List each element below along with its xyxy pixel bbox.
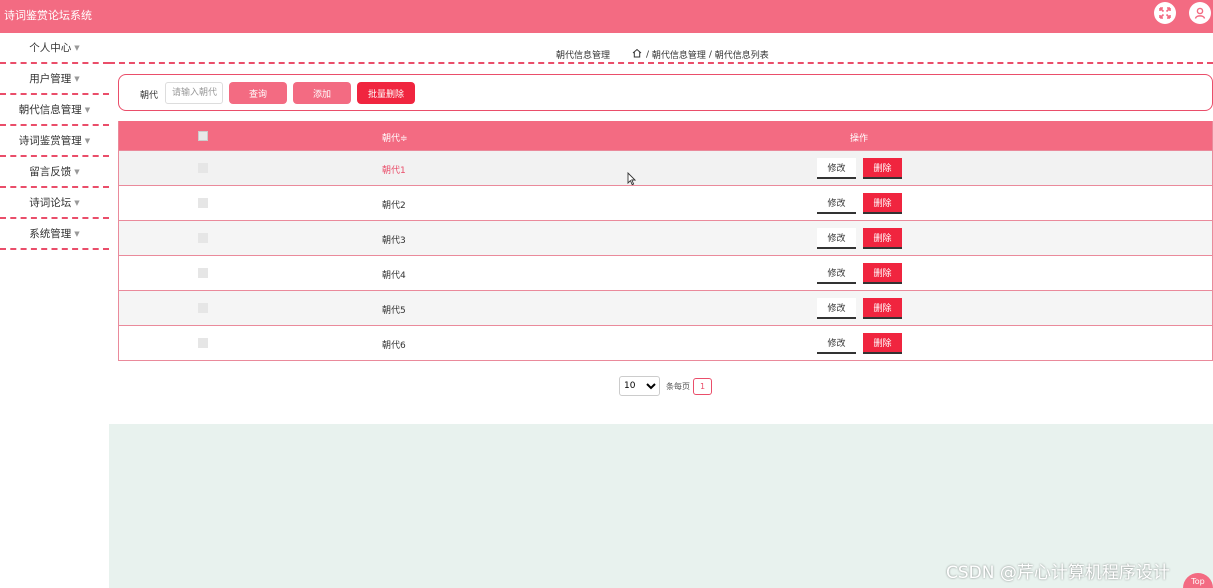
search-label: 朝代 — [140, 91, 159, 101]
dynasty-name: 朝代1 — [382, 166, 406, 176]
delete-button[interactable]: 删除 — [863, 263, 902, 284]
query-button[interactable]: 查询 — [229, 82, 287, 104]
delete-button[interactable]: 删除 — [863, 193, 902, 214]
top-bar: 诗词鉴赏论坛系统 — [0, 0, 1213, 33]
edit-button[interactable]: 修改 — [817, 298, 856, 319]
sidebar-item-label: 诗词鉴赏管理 — [18, 135, 82, 147]
caret-down-icon: ▼ — [74, 229, 80, 238]
user-icon[interactable] — [1189, 2, 1211, 24]
sidebar-item-label: 诗词论坛 — [29, 197, 72, 209]
table-row: 朝代1 修改 删除 — [119, 150, 1212, 185]
caret-down-icon: ▼ — [74, 74, 80, 83]
table-row: 朝代4 修改 删除 — [119, 255, 1212, 290]
mouse-cursor-icon — [627, 171, 637, 189]
page-section-title: 朝代信息管理 — [556, 51, 611, 61]
table-row: 朝代2 修改 删除 — [119, 185, 1212, 220]
sidebar-item-feedback[interactable]: 留言反馈 ▼ — [0, 157, 109, 188]
table-header: 朝代≑ 操作 — [119, 121, 1212, 150]
add-button[interactable]: 添加 — [293, 82, 351, 104]
dynasty-name: 朝代4 — [382, 271, 406, 281]
dynasty-table: 朝代≑ 操作 朝代1 修改 删除 朝代2 修改 删除 朝代3 修改 删除 朝代4… — [118, 121, 1213, 361]
edit-button[interactable]: 修改 — [817, 228, 856, 249]
home-icon[interactable] — [632, 48, 642, 61]
sidebar-item-label: 朝代信息管理 — [18, 104, 82, 116]
edit-button[interactable]: 修改 — [817, 158, 856, 179]
sidebar-item-label: 个人中心 — [29, 42, 72, 54]
sidebar-item-forum[interactable]: 诗词论坛 ▼ — [0, 188, 109, 219]
breadcrumb-separator: / — [646, 49, 650, 60]
breadcrumb-item-dynasty-list: 朝代信息列表 — [714, 51, 769, 61]
sidebar-item-user-management[interactable]: 用户管理 ▼ — [0, 64, 109, 95]
caret-down-icon: ▼ — [74, 167, 80, 176]
column-header-dynasty[interactable]: 朝代≑ — [382, 131, 408, 144]
watermark: CSDN @芹心计算机程序设计 — [946, 563, 1170, 583]
breadcrumb: / 朝代信息管理 / 朝代信息列表 — [632, 48, 769, 61]
sidebar-item-dynasty-management[interactable]: 朝代信息管理 ▼ — [0, 95, 109, 126]
dynasty-name: 朝代3 — [382, 236, 406, 246]
sidebar-item-poetry-management[interactable]: 诗词鉴赏管理 ▼ — [0, 126, 109, 157]
page-number-current[interactable]: 1 — [693, 377, 712, 395]
search-panel: 朝代 查询 添加 批量删除 — [118, 74, 1213, 111]
delete-button[interactable]: 删除 — [863, 298, 902, 319]
caret-down-icon: ▼ — [84, 105, 91, 114]
edit-button[interactable]: 修改 — [817, 333, 856, 354]
delete-button[interactable]: 删除 — [863, 228, 902, 249]
dynasty-name: 朝代5 — [382, 306, 406, 316]
delete-button[interactable]: 删除 — [863, 158, 902, 179]
pagination: 10 条每页 1 — [619, 376, 712, 396]
select-all-checkbox[interactable] — [198, 131, 208, 141]
table-row: 朝代3 修改 删除 — [119, 220, 1212, 255]
delete-button[interactable]: 删除 — [863, 333, 902, 354]
breadcrumb-bar: 朝代信息管理 / 朝代信息管理 / 朝代信息列表 — [109, 33, 1213, 64]
page-size-select[interactable]: 10 — [619, 376, 660, 396]
edit-button[interactable]: 修改 — [817, 193, 856, 214]
caret-down-icon: ▼ — [84, 136, 91, 145]
row-checkbox[interactable] — [198, 163, 208, 173]
edit-button[interactable]: 修改 — [817, 263, 856, 284]
sidebar-item-label: 用户管理 — [29, 73, 72, 85]
row-checkbox[interactable] — [198, 198, 208, 208]
dynasty-name: 朝代2 — [382, 201, 406, 211]
sidebar-item-label: 系统管理 — [29, 228, 72, 240]
table-row: 朝代6 修改 删除 — [119, 325, 1212, 360]
sidebar-item-personal-center[interactable]: 个人中心 ▼ — [0, 33, 109, 64]
sidebar-item-label: 留言反馈 — [29, 166, 72, 178]
app-title: 诗词鉴赏论坛系统 — [4, 9, 92, 22]
dynasty-name: 朝代6 — [382, 341, 406, 351]
caret-down-icon: ▼ — [74, 198, 80, 207]
page-size-label: 条每页 — [666, 381, 690, 391]
sidebar: 个人中心 ▼ 用户管理 ▼ 朝代信息管理 ▼ 诗词鉴赏管理 ▼ 留言反馈 ▼ 诗词论坛 ▼ … — [0, 33, 109, 250]
breadcrumb-separator: / — [708, 49, 712, 60]
caret-down-icon: ▼ — [74, 43, 80, 52]
column-header-actions: 操作 — [850, 134, 869, 144]
table-row: 朝代5 修改 删除 — [119, 290, 1212, 325]
row-checkbox[interactable] — [198, 268, 208, 278]
breadcrumb-item-dynasty-management[interactable]: 朝代信息管理 — [652, 48, 706, 61]
row-checkbox[interactable] — [198, 233, 208, 243]
row-checkbox[interactable] — [198, 338, 208, 348]
batch-delete-button[interactable]: 批量删除 — [357, 82, 415, 104]
sidebar-item-system-management[interactable]: 系统管理 ▼ — [0, 219, 109, 250]
row-checkbox[interactable] — [198, 303, 208, 313]
dynasty-search-input[interactable] — [165, 82, 223, 104]
fullscreen-icon[interactable] — [1154, 2, 1176, 24]
